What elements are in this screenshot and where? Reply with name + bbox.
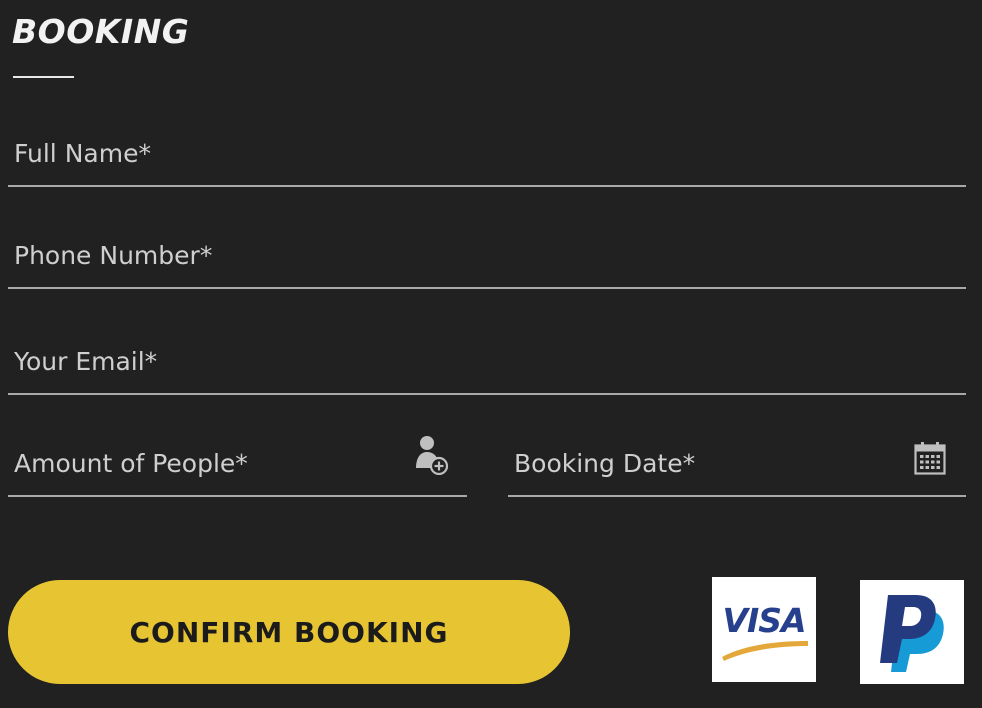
- visa-swoosh-icon: [722, 641, 808, 661]
- email-input[interactable]: [14, 343, 916, 379]
- amount-of-people-input[interactable]: [14, 445, 417, 481]
- add-person-icon[interactable]: [413, 435, 449, 476]
- title-underline: [13, 76, 74, 78]
- amount-of-people-field: [8, 435, 467, 497]
- paypal-icon: [880, 595, 944, 672]
- booking-date-input[interactable]: [514, 445, 916, 481]
- page-title: BOOKING: [12, 12, 190, 51]
- full-name-field: [8, 128, 966, 187]
- calendar-icon[interactable]: [914, 441, 946, 475]
- booking-date-field: [508, 435, 966, 497]
- full-name-input[interactable]: [14, 135, 916, 171]
- paypal-logo: [860, 580, 964, 684]
- visa-logo: VISA: [712, 577, 816, 682]
- phone-number-field: [8, 230, 966, 289]
- phone-number-input[interactable]: [14, 237, 916, 273]
- email-field: [8, 333, 966, 395]
- confirm-booking-button[interactable]: CONFIRM BOOKING: [8, 580, 570, 684]
